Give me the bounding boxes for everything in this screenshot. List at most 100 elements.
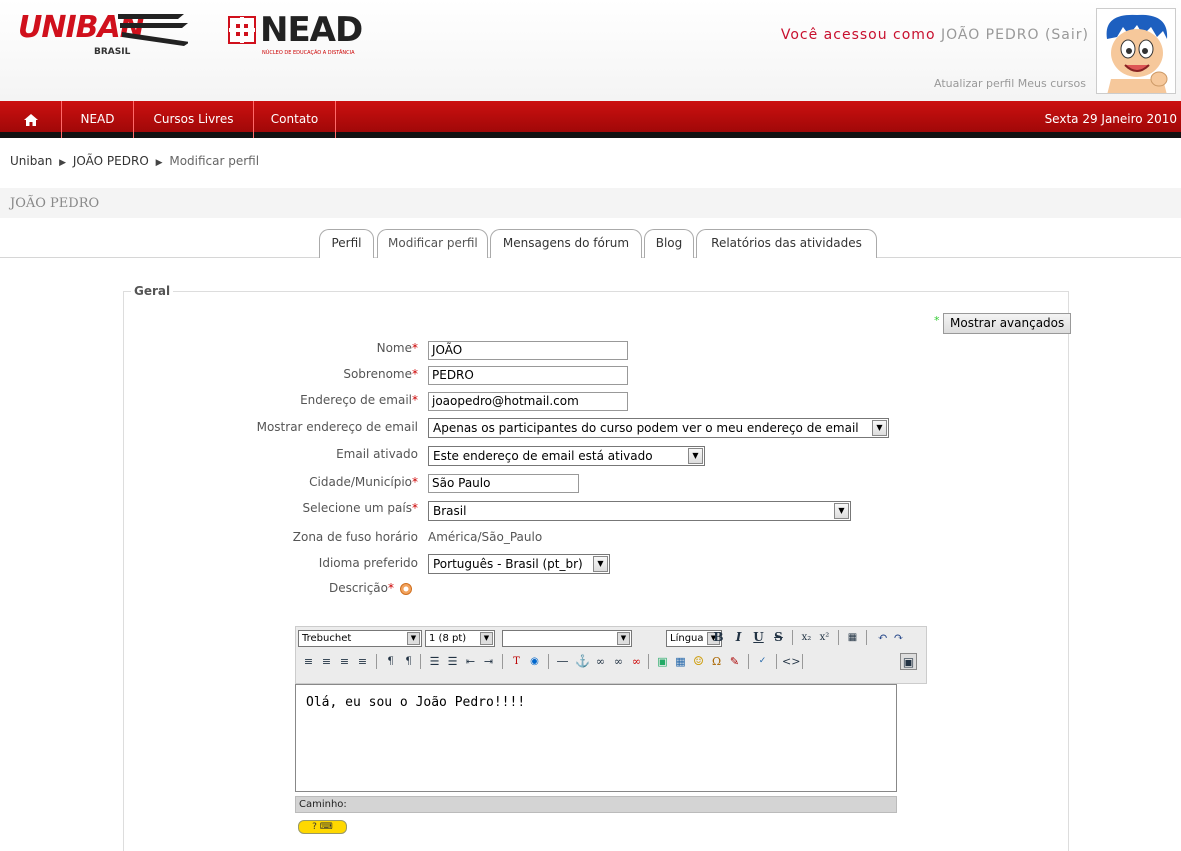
unordered-list-icon[interactable]: ☰ bbox=[444, 653, 461, 670]
outdent-icon[interactable]: ⇤ bbox=[462, 653, 479, 670]
superscript-icon[interactable]: x² bbox=[816, 629, 833, 646]
align-right-icon[interactable]: ≡ bbox=[336, 653, 353, 670]
logged-in-prefix: Você acessou como bbox=[780, 27, 941, 43]
nead-logo-subtitle: NÚCLEO DE EDUCAÇÃO A DISTÂNCIA bbox=[262, 50, 355, 56]
tab-blog[interactable]: Blog bbox=[644, 229, 694, 258]
nolink-icon[interactable]: ∞ bbox=[628, 653, 645, 670]
undo-icon[interactable]: ↶ bbox=[874, 629, 891, 646]
language-select[interactable]: Português - Brasil (pt_br) ▼ bbox=[428, 554, 610, 574]
tab-perfil[interactable]: Perfil bbox=[319, 229, 374, 258]
search-replace-icon[interactable]: ✎ bbox=[726, 653, 743, 670]
ltr-icon[interactable]: ¶ bbox=[382, 653, 399, 670]
required-icon: * bbox=[412, 475, 418, 489]
insert-table-icon[interactable]: ▦ bbox=[672, 653, 689, 670]
html-source-icon[interactable]: <> bbox=[782, 653, 800, 670]
logout-link[interactable]: (Sair) bbox=[1045, 27, 1089, 43]
background-color-icon[interactable]: ◉ bbox=[526, 653, 543, 670]
toolbar-separator bbox=[776, 654, 777, 669]
font-family-select[interactable]: Trebuchet ▼ bbox=[298, 630, 422, 647]
fullscreen-icon[interactable]: ▣ bbox=[900, 653, 917, 670]
justify-icon[interactable]: ≡ bbox=[354, 653, 371, 670]
required-icon: * bbox=[412, 393, 418, 407]
page-title-bar: JOÃO PEDRO bbox=[0, 188, 1181, 218]
toolbar-separator bbox=[420, 654, 421, 669]
email-display-select[interactable]: Apenas os participantes do curso podem v… bbox=[428, 418, 889, 438]
email-field[interactable]: joaopedro@hotmail.com bbox=[428, 392, 628, 411]
link-icon[interactable]: ∞ bbox=[592, 653, 609, 670]
tab-relatorios-atividades[interactable]: Relatórios das atividades bbox=[696, 229, 877, 258]
tab-modificar-perfil[interactable]: Modificar perfil bbox=[377, 229, 488, 258]
nav-item-contato[interactable]: Contato bbox=[254, 101, 336, 138]
horizontal-rule-icon[interactable]: — bbox=[554, 653, 571, 670]
city-field[interactable]: São Paulo bbox=[428, 474, 579, 493]
align-left-icon[interactable]: ≡ bbox=[300, 653, 317, 670]
email-enabled-label: Email ativado bbox=[336, 447, 418, 461]
nead-logo-icon bbox=[228, 16, 256, 44]
strikethrough-icon[interactable]: S bbox=[770, 629, 787, 646]
font-size-select[interactable]: 1 (8 pt) ▼ bbox=[425, 630, 495, 647]
logged-in-info: Você acessou como JOÃO PEDRO (Sair) bbox=[781, 27, 1089, 43]
nav-item-nead[interactable]: NEAD bbox=[62, 101, 134, 138]
timezone-label: Zona de fuso horário bbox=[292, 530, 418, 544]
toolbar-separator bbox=[748, 654, 749, 669]
breadcrumb-separator-icon: ▶ bbox=[59, 158, 67, 168]
chevron-down-icon: ▼ bbox=[480, 632, 493, 645]
fieldset-legend: Geral bbox=[131, 284, 174, 298]
editor-toolbar: Trebuchet ▼ 1 (8 pt) ▼ ▼ Língua ▼ B I U S x… bbox=[295, 626, 927, 684]
breadcrumb-item-user[interactable]: JOÃO PEDRO bbox=[73, 154, 149, 168]
uniban-stripes-icon bbox=[118, 14, 188, 46]
chevron-down-icon: ▼ bbox=[617, 632, 630, 645]
header-links: Atualizar perfil Meus cursos bbox=[934, 77, 1086, 90]
update-profile-link[interactable]: Atualizar perfil bbox=[934, 77, 1014, 90]
breadcrumb-item-uniban[interactable]: Uniban bbox=[10, 154, 52, 168]
main-navbar: NEAD Cursos Livres Contato Sexta 29 Jane… bbox=[0, 101, 1181, 138]
my-courses-link[interactable]: Meus cursos bbox=[1018, 77, 1086, 90]
insert-image-icon[interactable]: ▣ bbox=[654, 653, 671, 670]
last-name-field[interactable]: PEDRO bbox=[428, 366, 628, 385]
align-center-icon[interactable]: ≡ bbox=[318, 653, 335, 670]
country-label: Selecione um país* bbox=[302, 501, 418, 515]
italic-icon[interactable]: I bbox=[730, 629, 747, 646]
rtl-icon[interactable]: ¶ bbox=[400, 653, 417, 670]
editor-help-icon[interactable]: ? ⌨ bbox=[298, 820, 347, 834]
nav-home[interactable] bbox=[0, 101, 62, 138]
uniban-logo[interactable]: UNIBAN BRASIL bbox=[14, 6, 214, 62]
show-advanced-button[interactable]: Mostrar avançados bbox=[943, 313, 1072, 334]
avatar-cartoon-icon bbox=[1106, 14, 1168, 93]
breadcrumb: Uniban ▶ JOÃO PEDRO ▶ Modificar perfil bbox=[10, 154, 259, 168]
toolbar-separator bbox=[866, 630, 867, 645]
timezone-value: América/São_Paulo bbox=[428, 530, 543, 544]
text-color-icon[interactable]: T bbox=[508, 653, 525, 670]
logged-in-username[interactable]: JOÃO PEDRO bbox=[941, 27, 1040, 43]
indent-icon[interactable]: ⇥ bbox=[480, 653, 497, 670]
required-icon: * bbox=[412, 341, 418, 355]
advanced-indicator-icon: * bbox=[934, 314, 940, 327]
page-title: JOÃO PEDRO bbox=[10, 196, 100, 211]
email-enabled-value: Este endereço de email está ativado bbox=[433, 449, 653, 463]
nav-item-cursos-livres[interactable]: Cursos Livres bbox=[134, 101, 254, 138]
last-name-label: Sobrenome* bbox=[343, 367, 418, 381]
subscript-icon[interactable]: x₂ bbox=[798, 629, 815, 646]
unlink-icon[interactable]: ∞ bbox=[610, 653, 627, 670]
avatar[interactable] bbox=[1096, 8, 1176, 94]
nead-logo[interactable]: NEAD NÚCLEO DE EDUCAÇÃO A DISTÂNCIA bbox=[228, 10, 418, 66]
redo-icon[interactable]: ↷ bbox=[890, 629, 907, 646]
description-editor[interactable]: Olá, eu sou o João Pedro!!!! bbox=[295, 684, 897, 792]
special-char-icon[interactable]: Ω bbox=[708, 653, 725, 670]
help-icon[interactable] bbox=[400, 583, 412, 595]
tab-mensagens-forum[interactable]: Mensagens do fórum bbox=[490, 229, 642, 258]
spellcheck-icon[interactable]: ✓ bbox=[754, 653, 771, 670]
email-enabled-select[interactable]: Este endereço de email está ativado ▼ bbox=[428, 446, 705, 466]
country-select[interactable]: Brasil ▼ bbox=[428, 501, 851, 521]
country-value: Brasil bbox=[433, 504, 467, 518]
ordered-list-icon[interactable]: ☰ bbox=[426, 653, 443, 670]
format-select[interactable]: ▼ bbox=[502, 630, 632, 647]
bold-icon[interactable]: B bbox=[710, 629, 727, 646]
paste-word-icon[interactable]: ▦ bbox=[844, 629, 861, 646]
underline-icon[interactable]: U bbox=[750, 629, 767, 646]
first-name-field[interactable]: JOÃO bbox=[428, 341, 628, 360]
language-label: Idioma preferido bbox=[318, 556, 418, 570]
smiley-icon[interactable]: ☺ bbox=[690, 653, 707, 670]
breadcrumb-separator-icon: ▶ bbox=[155, 158, 163, 168]
anchor-icon[interactable]: ⚓ bbox=[574, 653, 591, 670]
